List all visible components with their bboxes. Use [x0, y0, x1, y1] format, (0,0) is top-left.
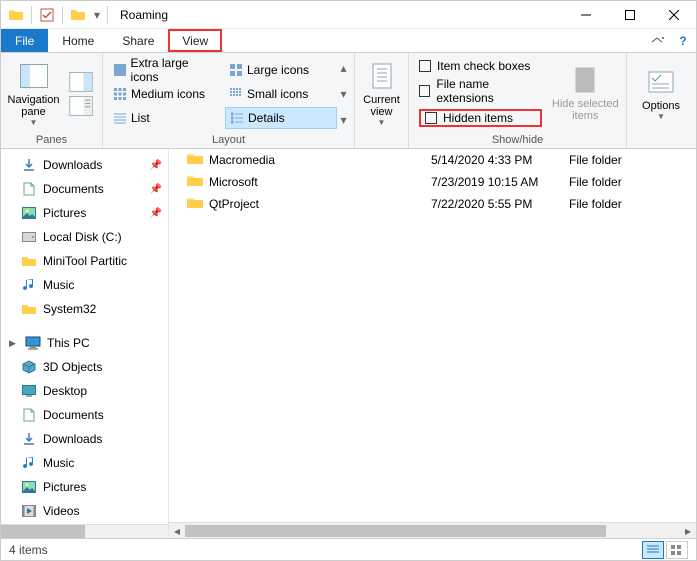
help-icon[interactable]: ?	[670, 29, 696, 52]
qat-folder-icon[interactable]	[5, 4, 27, 26]
layout-extra-large[interactable]: Extra large icons	[109, 59, 221, 81]
nav-pictures2[interactable]: Pictures	[1, 475, 168, 499]
layout-medium[interactable]: Medium icons	[109, 83, 221, 105]
preview-pane-button[interactable]	[66, 58, 96, 130]
file-row[interactable]: QtProject7/22/2020 5:55 PMFile folder	[169, 193, 696, 215]
document-icon	[21, 181, 37, 197]
file-date: 7/22/2020 5:55 PM	[431, 197, 569, 211]
nav-downloads[interactable]: Downloads📌	[1, 153, 168, 177]
check-item-checkboxes[interactable]: Item check boxes	[419, 59, 542, 73]
statusbar: 4 items	[1, 538, 696, 560]
pin-icon: 📌	[150, 208, 162, 219]
tab-home[interactable]: Home	[48, 29, 108, 52]
nav-3dobjects[interactable]: 3D Objects	[1, 355, 168, 379]
nav-music2[interactable]: Music	[1, 451, 168, 475]
nav-pictures[interactable]: Pictures📌	[1, 201, 168, 225]
folder-icon	[21, 301, 37, 317]
3d-icon	[21, 359, 37, 375]
status-count: 4 items	[9, 543, 48, 557]
folder-icon	[187, 174, 203, 190]
file-date: 7/23/2019 10:15 AM	[431, 175, 569, 189]
pin-icon: 📌	[150, 160, 162, 171]
scroll-left-icon[interactable]: ◂	[169, 524, 185, 538]
file-row[interactable]: Microsoft7/23/2019 10:15 AMFile folder	[169, 171, 696, 193]
minimize-ribbon-icon[interactable]	[644, 29, 670, 52]
nav-desktop[interactable]: Desktop	[1, 379, 168, 403]
layout-details[interactable]: Details	[225, 107, 337, 129]
current-view-button[interactable]: Current view ▼	[357, 58, 406, 130]
nav-documents2[interactable]: Documents	[1, 403, 168, 427]
file-name: Microsoft	[209, 175, 431, 189]
file-name: QtProject	[209, 197, 431, 211]
file-list[interactable]: Macromedia5/14/2020 4:33 PMFile folderMi…	[169, 149, 696, 538]
folder-icon	[187, 196, 203, 212]
checkbox-icon	[419, 85, 430, 97]
check-hidden-items[interactable]: Hidden items	[419, 109, 542, 127]
nav-system32[interactable]: System32	[1, 297, 168, 321]
file-type: File folder	[569, 197, 696, 211]
checkbox-icon	[425, 112, 437, 124]
qat-newfolder-icon[interactable]	[67, 4, 89, 26]
layout-scroll[interactable]: ▴▾▾	[339, 61, 348, 127]
layout-small[interactable]: Small icons	[225, 83, 337, 105]
ribbon-tabs: File Home Share View ?	[1, 29, 696, 53]
qat-dropdown-icon[interactable]: ▾	[91, 4, 103, 26]
music-icon	[21, 455, 37, 471]
nav-tree[interactable]: Downloads📌 Documents📌 Pictures📌 Local Di…	[1, 149, 169, 538]
titlebar: ▾ Roaming	[1, 1, 696, 29]
nav-downloads2[interactable]: Downloads	[1, 427, 168, 451]
view-details-button[interactable]	[642, 541, 664, 559]
navigation-pane-label: Navigation pane	[8, 94, 60, 118]
document-icon	[21, 407, 37, 423]
check-file-extensions[interactable]: File name extensions	[419, 77, 542, 105]
videos-icon	[21, 503, 37, 519]
download-icon	[21, 431, 37, 447]
scroll-right-icon[interactable]: ▸	[680, 524, 696, 538]
desktop-icon	[21, 383, 37, 399]
layout-large[interactable]: Large icons	[225, 59, 337, 81]
file-type: File folder	[569, 153, 696, 167]
layout-list[interactable]: List	[109, 107, 221, 129]
nav-minitool[interactable]: MiniTool Partitic	[1, 249, 168, 273]
window-title: Roaming	[114, 8, 168, 22]
view-large-button[interactable]	[666, 541, 688, 559]
file-date: 5/14/2020 4:33 PM	[431, 153, 569, 167]
nav-scrollbar[interactable]	[1, 523, 168, 538]
tab-share[interactable]: Share	[108, 29, 168, 52]
group-label-layout: Layout	[103, 134, 354, 148]
hide-selected-button: Hide selected items	[550, 57, 620, 129]
group-label-showhide: Show/hide	[409, 134, 626, 148]
close-button[interactable]	[652, 1, 696, 29]
chevron-right-icon[interactable]: ▶	[9, 338, 19, 349]
pictures-icon	[21, 479, 37, 495]
file-type: File folder	[569, 175, 696, 189]
checkbox-icon	[419, 60, 431, 72]
options-button[interactable]: Options ▼	[633, 58, 689, 130]
minimize-button[interactable]	[564, 1, 608, 29]
nav-documents[interactable]: Documents📌	[1, 177, 168, 201]
pc-icon	[25, 335, 41, 351]
folder-icon	[21, 253, 37, 269]
tab-file[interactable]: File	[1, 29, 48, 52]
nav-videos[interactable]: Videos	[1, 499, 168, 523]
download-icon	[21, 157, 37, 173]
file-row[interactable]: Macromedia5/14/2020 4:33 PMFile folder	[169, 149, 696, 171]
navigation-pane-button[interactable]: Navigation pane ▼	[7, 58, 60, 130]
tab-view[interactable]: View	[168, 29, 222, 52]
folder-icon	[187, 152, 203, 168]
music-icon	[21, 277, 37, 293]
qat-properties-icon[interactable]	[36, 4, 58, 26]
ribbon: Navigation pane ▼ Panes Extra large icon…	[1, 53, 696, 149]
nav-music[interactable]: Music	[1, 273, 168, 297]
drive-icon	[21, 229, 37, 245]
files-scrollbar[interactable]: ◂ ▸	[169, 522, 696, 538]
pictures-icon	[21, 205, 37, 221]
group-label-panes: Panes	[1, 134, 102, 148]
file-name: Macromedia	[209, 153, 431, 167]
maximize-button[interactable]	[608, 1, 652, 29]
nav-localdisk[interactable]: Local Disk (C:)	[1, 225, 168, 249]
pin-icon: 📌	[150, 184, 162, 195]
nav-thispc[interactable]: ▶This PC	[1, 331, 168, 355]
